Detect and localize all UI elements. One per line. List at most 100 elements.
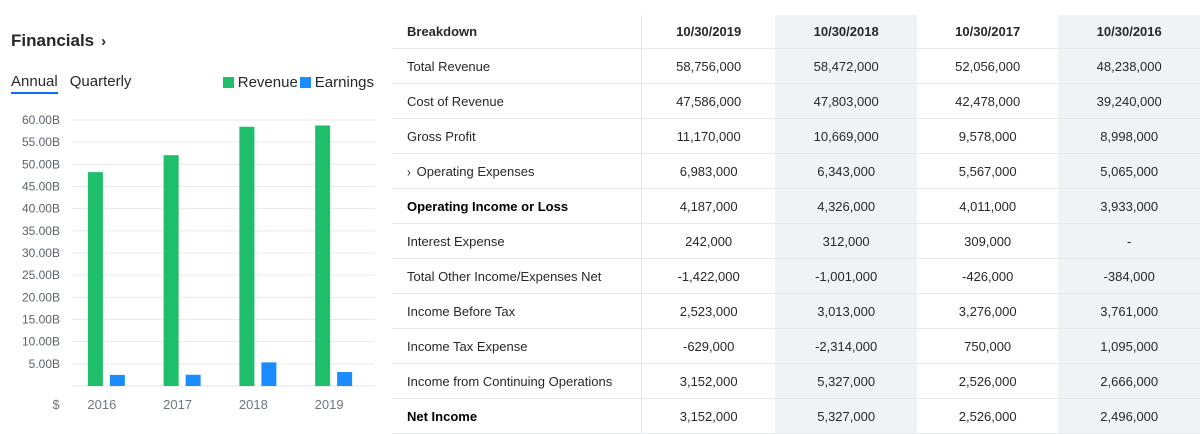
row-label: Total Other Income/Expenses Net	[407, 268, 602, 284]
table-row: Income Before Tax 2,523,000 3,013,000 3,276…	[392, 293, 1200, 329]
row-label: Gross Profit	[407, 128, 476, 144]
value-cell: 9,578,000	[916, 118, 1059, 154]
value-cell: 2,666,000	[1058, 363, 1200, 399]
header-date-2016: 10/30/2016	[1058, 15, 1200, 49]
y-tick-label: 5.00B	[29, 357, 60, 371]
value-cell: 2,496,000	[1058, 398, 1200, 434]
value-cell: 309,000	[916, 223, 1059, 259]
value-cell: 11,170,000	[641, 118, 776, 154]
value-cell: 2,526,000	[916, 363, 1059, 399]
value-cell: 4,011,000	[916, 188, 1059, 224]
value-cell: 47,586,000	[641, 83, 776, 119]
earnings-bar-2018[interactable]	[261, 362, 277, 386]
value-cell: 3,013,000	[775, 293, 917, 329]
value-cell: 3,152,000	[641, 363, 776, 399]
row-label-cell: Income Before Tax	[392, 293, 642, 329]
row-label-cell: Net Income	[392, 398, 642, 434]
revenue-bar-2017[interactable]	[163, 155, 179, 386]
y-tick-label: 45.00B	[22, 180, 60, 194]
value-cell: -629,000	[641, 328, 776, 364]
table-row: Interest Expense 242,000 312,000 309,000-	[392, 223, 1200, 259]
revenue-bar-2019[interactable]	[315, 125, 331, 387]
row-label: Operating Income or Loss	[407, 198, 569, 214]
row-label-cell: Total Other Income/Expenses Net	[392, 258, 642, 294]
value-cell: 5,327,000	[775, 363, 917, 399]
value-cell: -426,000	[916, 258, 1059, 294]
value-cell: 312,000	[775, 223, 917, 259]
y-tick-label: 20.00B	[22, 290, 60, 304]
row-label-cell: Income Tax Expense	[392, 328, 642, 364]
value-cell: 42,478,000	[916, 83, 1059, 119]
y-tick-label: 30.00B	[22, 246, 60, 260]
expand-chevron-icon[interactable]: ›	[407, 165, 411, 179]
row-label-cell: Income from Continuing Operations	[392, 363, 642, 399]
table-row: Total Revenue 58,756,000 58,472,000 52,056,…	[392, 48, 1200, 84]
earnings-bar-2019[interactable]	[337, 372, 353, 386]
x-tick-label: 2017	[163, 397, 192, 412]
value-cell: 10,669,000	[775, 118, 917, 154]
row-label-cell: Interest Expense	[392, 223, 642, 259]
y-tick-label: 10.00B	[22, 335, 60, 349]
y-tick-label: 60.00B	[22, 113, 60, 127]
financials-panel: Financials › Annual Quarterly Revenue Ea…	[0, 0, 390, 431]
header-date-2018: 10/30/2018	[775, 15, 917, 49]
value-cell: 47,803,000	[775, 83, 917, 119]
table-row: Income Tax Expense -629,000 -2,314,000 750,…	[392, 328, 1200, 364]
value-cell: 2,523,000	[641, 293, 776, 329]
earnings-bar-2016[interactable]	[109, 374, 125, 386]
row-label: Total Revenue	[407, 58, 491, 74]
value-cell: -384,000	[1058, 258, 1200, 294]
table-row: Gross Profit 11,170,000 10,669,000 9,578,00…	[392, 118, 1200, 154]
value-cell: 2,526,000	[916, 398, 1059, 434]
table-row: Operating Income or Loss 4,187,000 4,326,0…	[392, 188, 1200, 224]
value-cell: -1,001,000	[775, 258, 917, 294]
value-cell: 750,000	[916, 328, 1059, 364]
row-label: Income Tax Expense	[407, 338, 528, 354]
value-cell: 4,326,000	[775, 188, 917, 224]
value-cell: 48,238,000	[1058, 48, 1200, 84]
table-header-row: Breakdown 10/30/2019 10/30/2018 10/30/20…	[392, 15, 1200, 49]
y-tick-label: 15.00B	[22, 313, 60, 327]
row-label: Income from Continuing Operations	[407, 373, 613, 389]
revenue-bar-2016[interactable]	[87, 172, 103, 386]
value-cell: 39,240,000	[1058, 83, 1200, 119]
financials-bar-chart: 5.00B 10.00B 15.00B 20.00B 25.00B 30.00B 35.00…	[22, 113, 375, 412]
value-cell: 52,056,000	[916, 48, 1059, 84]
revenue-bar-2018[interactable]	[239, 126, 255, 387]
y-tick-label: 50.00B	[22, 157, 60, 171]
value-cell: 3,152,000	[641, 398, 776, 434]
income-statement-table: Breakdown 10/30/2019 10/30/2018 10/30/20…	[392, 15, 1200, 434]
row-label-cell: Cost of Revenue	[392, 83, 642, 119]
row-label: Net Income	[407, 408, 478, 424]
value-cell: -	[1058, 223, 1200, 259]
value-cell: 5,567,000	[916, 153, 1059, 189]
value-cell: 3,933,000	[1058, 188, 1200, 224]
y-axis-unit-label: $	[52, 397, 60, 412]
header-date-2019: 10/30/2019	[641, 15, 776, 49]
value-cell: 3,276,000	[916, 293, 1059, 329]
value-cell: 5,065,000	[1058, 153, 1200, 189]
table-row: Income from Continuing Operations 3,152,0…	[392, 363, 1200, 399]
x-tick-label: 2019	[315, 397, 344, 412]
row-label: Income Before Tax	[407, 303, 516, 319]
table-row: › Operating Expenses 6,983,000 6,343,000 5,5…	[392, 153, 1200, 189]
x-tick-label: 2016	[87, 397, 116, 412]
y-tick-label: 40.00B	[22, 202, 60, 216]
table-row: Total Other Income/Expenses Net -1,422,00…	[392, 258, 1200, 294]
row-label: Operating Expenses	[416, 163, 535, 179]
row-label: Interest Expense	[407, 233, 505, 249]
table-row: Cost of Revenue 47,586,000 47,803,000 42,47…	[392, 83, 1200, 119]
table-row: Net Income 3,152,000 5,327,000 2,526,000 2,4…	[392, 398, 1200, 434]
value-cell: 242,000	[641, 223, 776, 259]
earnings-bar-2017[interactable]	[185, 374, 201, 386]
value-cell: 1,095,000	[1058, 328, 1200, 364]
value-cell: 8,998,000	[1058, 118, 1200, 154]
x-tick-label: 2018	[239, 397, 268, 412]
value-cell: 5,327,000	[775, 398, 917, 434]
row-label: Cost of Revenue	[407, 93, 504, 109]
y-tick-label: 35.00B	[22, 224, 60, 238]
value-cell: -1,422,000	[641, 258, 776, 294]
y-tick-label: 25.00B	[22, 268, 60, 282]
row-label-cell[interactable]: › Operating Expenses	[392, 153, 642, 189]
value-cell: 58,472,000	[775, 48, 917, 84]
